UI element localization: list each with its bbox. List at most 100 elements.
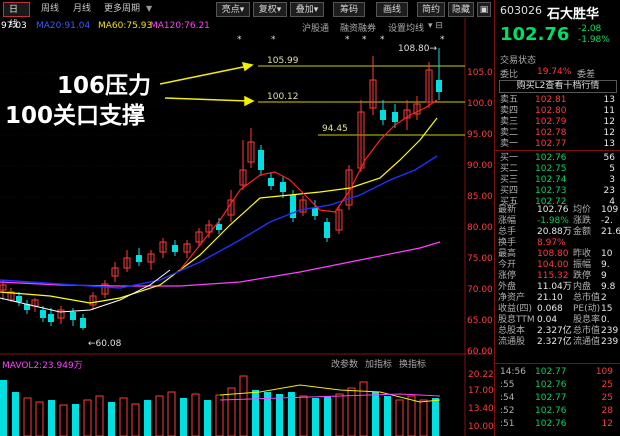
price-axis-label: 85.00 (467, 192, 493, 202)
stats-row: 总股本 2.327亿 总市值 239 (498, 326, 619, 336)
stats-row: 流通股 2.327亿 流通值 239 (498, 337, 619, 347)
bid-row[interactable]: 买四 102.73 23 (495, 186, 620, 197)
l2-banner[interactable]: 购买L2查看十档行情 (499, 80, 617, 93)
volume-bar (59, 404, 68, 436)
quote-panel: 603026 石大胜华 102.76 -2.08 -1.98% 交易状态 委比 … (494, 0, 620, 436)
bid-row[interactable]: 买一 102.76 56 (495, 153, 620, 164)
last-price: 102.76 (500, 24, 570, 45)
weibi-value: 19.74% (537, 67, 572, 77)
support-annotation: 100关口支撑 (5, 103, 146, 129)
volume-bar (407, 395, 416, 436)
candle (392, 112, 398, 122)
vol-axis-0: 20.22 (468, 370, 493, 380)
price-axis-label: 100.00 (467, 99, 493, 109)
tick-row: :52 102.76 28 (500, 406, 613, 416)
price-axis-label: 95.00 (467, 130, 493, 140)
volume-bar (419, 399, 428, 436)
price-axis-label: 65.00 (467, 316, 493, 326)
stock-name: 石大胜华 (547, 7, 600, 22)
price-axis-label: 70.00 (467, 285, 493, 295)
volume-bar (180, 398, 187, 436)
stats-row: 外盘 11.04万 内盘 9.8 (498, 282, 616, 292)
svg-text:*: * (237, 35, 242, 45)
candle (436, 80, 442, 92)
volume-bar (432, 398, 439, 436)
ma60-line (0, 117, 438, 304)
volume-bar (95, 395, 104, 436)
ask-row[interactable]: 卖五 102.81 13 (495, 95, 620, 106)
volume-bar (372, 392, 379, 436)
stats-row: 总手 20.88万 金额 21.6 (498, 227, 620, 237)
ask-row[interactable]: 卖二 102.78 12 (495, 128, 620, 139)
candle (380, 110, 386, 120)
book-divider (495, 150, 620, 151)
svg-text:*: * (362, 35, 367, 45)
volume-bar (324, 396, 331, 436)
volume-bar (239, 375, 248, 436)
svg-text:*: * (380, 35, 385, 45)
candle (290, 195, 296, 218)
volume-bar (359, 381, 368, 436)
add-indicator-link[interactable]: 加指标 (365, 357, 392, 370)
stats-row: 今开 104.00 振幅 9. (498, 260, 610, 270)
volume-bar (288, 392, 295, 436)
stats-row: 收益(四) 0.068 PE(动) 15 (498, 304, 613, 314)
svg-text:*: * (271, 35, 276, 45)
tick-row: :54 102.77 25 (500, 393, 613, 403)
volume-bar (276, 394, 283, 436)
candle (312, 208, 318, 216)
tick-row: :55 102.76 25 (500, 380, 613, 390)
trade-status: 交易状态 (500, 56, 537, 66)
ma10-line (179, 99, 438, 271)
ask-row[interactable]: 卖三 102.79 12 (495, 117, 620, 128)
vol-axis-1: 17.00 (468, 386, 493, 396)
tick-row: 14:56 102.77 109 (500, 367, 613, 377)
price-axis-label: 105.00 (467, 68, 493, 78)
price-axis-label: 75.00 (467, 254, 493, 264)
candle (324, 222, 330, 238)
price-axis-label: 80.00 (467, 223, 493, 233)
pct-change: -1.98% (578, 35, 610, 45)
volume-bar (252, 390, 259, 436)
price-change: -2.08 (578, 24, 602, 34)
candle (280, 182, 286, 192)
stats-row: 最高 108.80 昨收 10 (498, 249, 613, 259)
volume-bar (215, 394, 224, 436)
candle (258, 150, 264, 170)
chart-panel: 日线 周线 月线 更多周期 ▼ 亮点▾ 复权▾ 叠加▾ 筹码 画线 简约 隐藏 … (0, 0, 493, 436)
stats-row: 最新 102.76 均价 109 (498, 205, 619, 215)
switch-indicator-link[interactable]: 换指标 (399, 357, 426, 370)
candle (70, 312, 76, 320)
volume-bar (0, 380, 7, 436)
stock-code: 603026 (500, 4, 542, 17)
level-94-label: 94.45 (322, 124, 348, 134)
volume-bar (12, 392, 19, 436)
level-105-label: 105.99 (267, 56, 299, 66)
stats-row: 净资产 21.10 总市值 2 (498, 293, 607, 303)
volume-bar (72, 404, 79, 436)
ask-row[interactable]: 卖一 102.77 13 (495, 139, 620, 150)
volume-bar (335, 393, 344, 436)
candle (136, 255, 142, 262)
bid-row[interactable]: 买三 102.74 3 (495, 175, 620, 186)
candle (40, 310, 46, 318)
stats-row: 涨停 115.32 跌停 9 (498, 271, 607, 281)
candle (48, 314, 54, 322)
volume-bar (83, 399, 92, 436)
volume-bar (167, 391, 176, 436)
volume-bar (384, 396, 391, 436)
volume-bar (108, 402, 115, 436)
svg-text:*: * (345, 35, 350, 45)
vol-axis-3: 10.00 (468, 422, 493, 432)
bid-row[interactable]: 买二 102.75 5 (495, 164, 620, 175)
volume-bar (131, 403, 140, 436)
volume-bar (204, 400, 211, 436)
candle (268, 178, 274, 186)
resistance-annotation: 106压力 (57, 73, 152, 99)
ask-row[interactable]: 卖四 102.80 11 (495, 106, 620, 117)
ma120-line (0, 241, 441, 287)
volume-bar (312, 398, 319, 436)
mavol-label: MAVOL2:23.949万 (2, 361, 83, 371)
volume-bar (395, 399, 404, 436)
edit-params-link[interactable]: 改参数 (331, 357, 358, 370)
